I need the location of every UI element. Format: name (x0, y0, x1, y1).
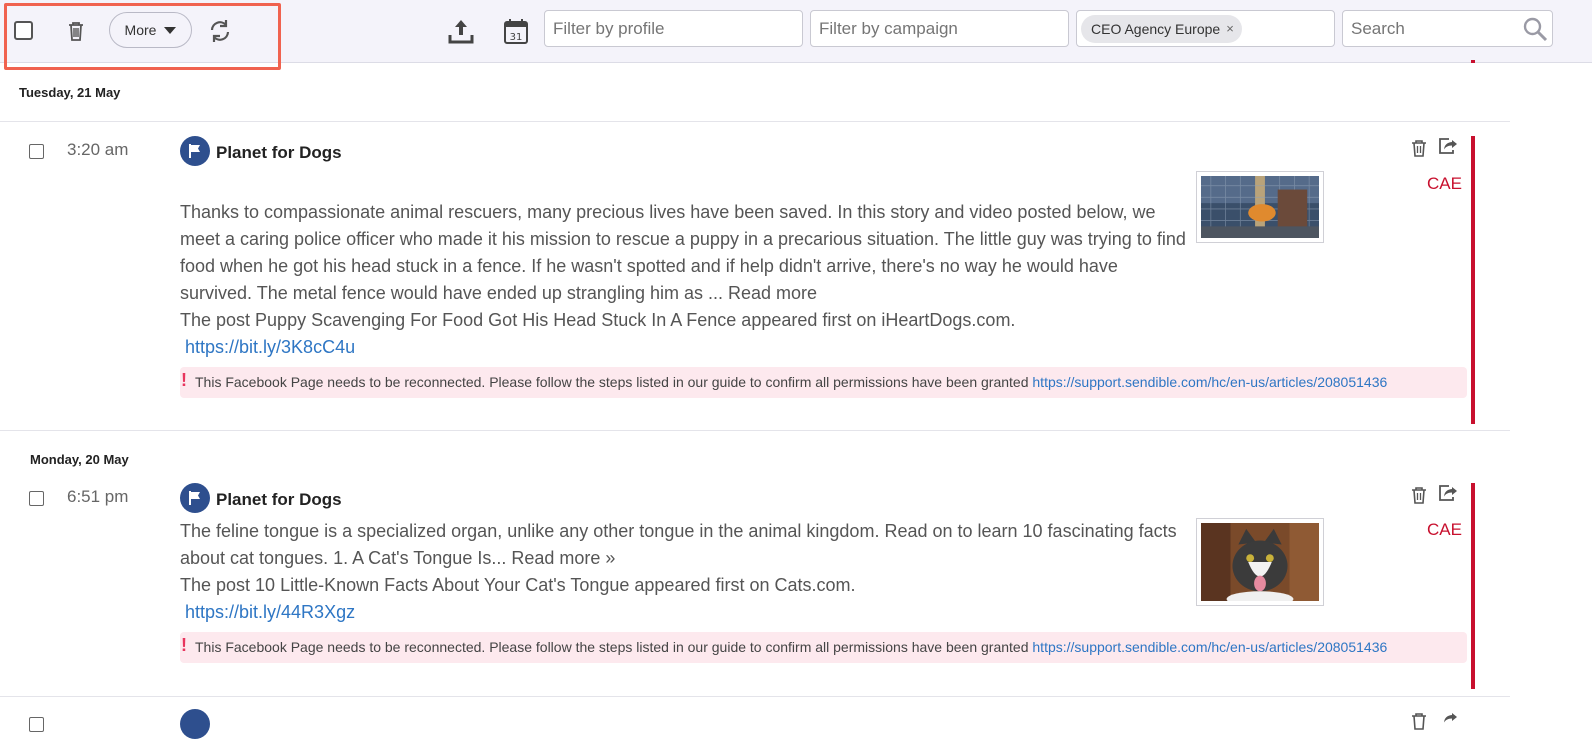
post-link-wrap: https://bit.ly/3K8cC4u (185, 334, 355, 361)
dog-rescue-image (1201, 176, 1319, 238)
post-appeared-text: The post 10 Little-Known Facts About You… (180, 575, 856, 595)
post-thumbnail[interactable] (1196, 518, 1324, 607)
campaign-color-bar (1471, 483, 1475, 689)
reconnect-warning: ! This Facebook Page needs to be reconne… (180, 367, 1467, 398)
exclamation-icon: ! (181, 370, 187, 390)
date-header: Tuesday, 21 May (19, 85, 121, 100)
filter-by-campaign-input[interactable] (810, 10, 1069, 47)
divider (0, 121, 1510, 122)
divider (0, 696, 1510, 697)
warning-text: This Facebook Page needs to be reconnect… (195, 639, 1033, 655)
post-body: Thanks to compassionate animal rescuers,… (180, 199, 1190, 307)
calendar-icon[interactable]: 31 (503, 17, 529, 45)
select-all-checkbox[interactable] (14, 21, 33, 40)
delete-post-icon[interactable] (1409, 711, 1429, 731)
campaign-color-bar (1471, 136, 1475, 424)
post-text: The feline tongue is a specialized organ… (180, 521, 1177, 568)
warning-link[interactable]: https://support.sendible.com/hc/en-us/ar… (1032, 639, 1387, 655)
tag-chip: CEO Agency Europe × (1081, 14, 1242, 43)
exclamation-icon: ! (181, 635, 187, 655)
toolbar: More 31 CEO Agency Europe × (0, 0, 1592, 70)
delete-post-icon[interactable] (1409, 485, 1429, 505)
post-checkbox[interactable] (29, 717, 44, 732)
post-appeared-text: The post Puppy Scavenging For Food Got H… (180, 310, 1016, 330)
upload-icon[interactable] (448, 17, 474, 45)
campaign-label: CAE (1427, 174, 1462, 193)
post-link[interactable]: https://bit.ly/44R3Xgz (185, 602, 355, 622)
read-more-link[interactable]: Read more » (511, 548, 615, 568)
cat-tongue-image (1201, 523, 1319, 607)
share-icon[interactable] (1438, 136, 1458, 156)
post-body: The feline tongue is a specialized organ… (180, 518, 1180, 572)
trash-icon[interactable] (64, 19, 88, 43)
flag-icon (180, 136, 210, 166)
flag-icon (180, 483, 210, 513)
refresh-icon[interactable] (207, 18, 233, 44)
post-checkbox[interactable] (29, 491, 44, 506)
warning-text: This Facebook Page needs to be reconnect… (195, 374, 1033, 390)
date-header: Monday, 20 May (30, 452, 129, 467)
search-icon[interactable] (1522, 16, 1548, 42)
svg-text:31: 31 (510, 32, 523, 43)
campaign-label: CAE (1427, 520, 1462, 539)
flag-icon (180, 709, 210, 739)
read-more-link[interactable]: Read more (728, 283, 817, 303)
post-time: 3:20 am (67, 140, 129, 159)
share-icon[interactable] (1438, 709, 1458, 729)
post-thumbnail[interactable] (1196, 171, 1324, 243)
filter-by-profile-input[interactable] (544, 10, 803, 47)
post-time: 6:51 pm (67, 487, 129, 506)
profile-name[interactable]: Planet for Dogs (216, 143, 342, 163)
post-checkbox[interactable] (29, 144, 44, 159)
post-link[interactable]: https://bit.ly/3K8cC4u (185, 337, 355, 357)
profile-name[interactable]: Planet for Dogs (216, 490, 342, 510)
more-dropdown-button[interactable]: More (109, 12, 192, 48)
share-icon[interactable] (1438, 483, 1458, 503)
post-text: Thanks to compassionate animal rescuers,… (180, 202, 1186, 303)
delete-post-icon[interactable] (1409, 138, 1429, 158)
tag-remove-icon[interactable]: × (1226, 21, 1234, 36)
caret-down-icon (164, 26, 177, 34)
tag-chip-label: CEO Agency Europe (1091, 20, 1221, 37)
post-feed: Tuesday, 21 May 3:20 am Planet for Dogs … (0, 60, 1592, 739)
campaign-color-bar (1471, 60, 1475, 63)
more-label: More (124, 22, 157, 38)
reconnect-warning: ! This Facebook Page needs to be reconne… (180, 632, 1467, 663)
divider (0, 430, 1510, 431)
warning-link[interactable]: https://support.sendible.com/hc/en-us/ar… (1032, 374, 1387, 390)
tag-filter-field[interactable]: CEO Agency Europe × (1076, 10, 1335, 47)
post-link-wrap: https://bit.ly/44R3Xgz (185, 599, 355, 626)
